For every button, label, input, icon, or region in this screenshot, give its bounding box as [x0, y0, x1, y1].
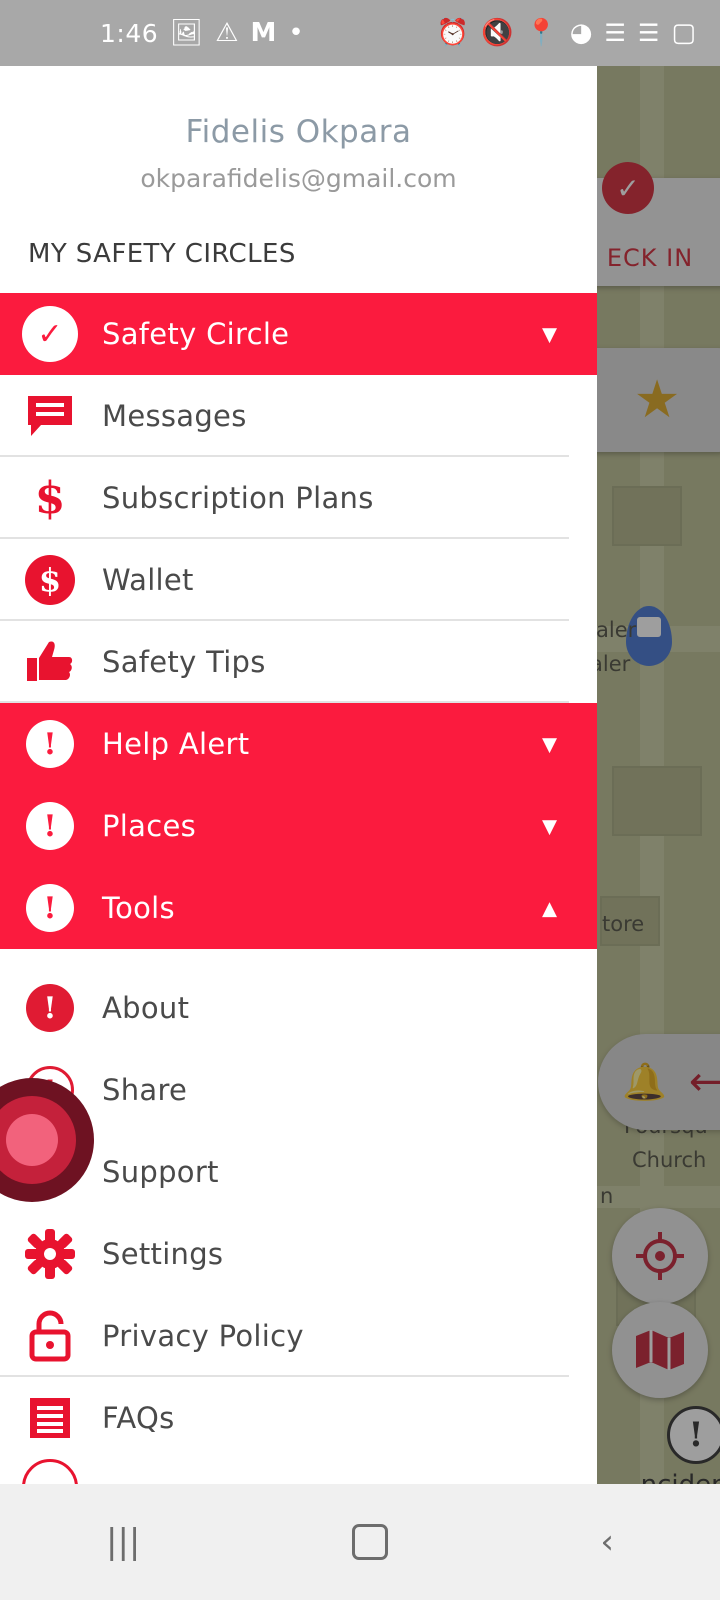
profile-name: Fidelis Okpara: [185, 114, 412, 150]
drawer-item-label: Privacy Policy: [102, 1319, 304, 1353]
drawer-item-label: Subscription Plans: [102, 481, 374, 515]
drawer-item-settings[interactable]: Settings: [0, 1213, 597, 1295]
wifi-icon: ◕: [569, 18, 593, 48]
lock-icon: [22, 1308, 78, 1364]
exclamation-circle-icon: !: [22, 798, 78, 854]
thumbs-up-icon: [22, 634, 78, 690]
drawer-item-label: Wallet: [102, 563, 194, 597]
section-title: MY SAFETY CIRCLES: [28, 239, 296, 269]
drawer-item-partial[interactable]: [0, 1459, 597, 1484]
chevron-down-icon[interactable]: ▾: [542, 727, 557, 762]
drawer-item-safety-tips[interactable]: Safety Tips: [0, 621, 597, 703]
drawer-item-label: Safety Tips: [102, 645, 266, 679]
dot-icon: •: [288, 18, 304, 48]
check-circle-icon: ✓: [22, 306, 78, 362]
chevron-down-icon[interactable]: ▾: [542, 317, 557, 352]
status-clock: 1:46: [100, 18, 159, 48]
drawer-item-label: Places: [102, 809, 197, 843]
status-bar: 1:46 🖼 ⚠ M • ⏰ 🔇 📍 ◕ ☰ ☰ ▢: [0, 0, 720, 66]
drawer-item-label: FAQs: [102, 1401, 175, 1435]
drawer-item-label: Tools: [102, 891, 175, 925]
alarm-clock-icon: ⏰: [436, 18, 469, 48]
drawer-header: Fidelis Okpara okparafidelis@gmail.com: [0, 66, 597, 225]
drawer-item-about[interactable]: ! About: [0, 967, 597, 1049]
drawer-item-label: Support: [102, 1155, 219, 1189]
dollar-sign-icon: $: [34, 472, 66, 524]
mute-vibrate-icon: 🔇: [480, 18, 514, 48]
list-document-icon: [22, 1390, 78, 1446]
drawer-item-label: Safety Circle: [102, 317, 290, 351]
profile-email: okparafidelis@gmail.com: [140, 164, 457, 193]
exclamation-circle-icon: !: [22, 880, 78, 936]
exclamation-circle-outline-icon: [22, 1459, 78, 1484]
drawer-item-label: Help Alert: [102, 727, 250, 761]
drawer-item-tools[interactable]: ! Tools ▴: [0, 867, 597, 949]
dollar-circle-icon: $: [22, 552, 78, 608]
drawer-item-subscription-plans[interactable]: $ Subscription Plans: [0, 457, 597, 539]
signal-bars-2-icon: ☰: [637, 19, 660, 47]
warning-triangle-icon: ⚠: [215, 18, 239, 48]
exclamation-circle-red-icon: !: [22, 980, 78, 1036]
drawer-item-messages[interactable]: Messages: [0, 375, 597, 457]
image-icon: 🖼: [170, 18, 204, 48]
drawer-item-label: Messages: [102, 399, 247, 433]
drawer-item-safety-circle[interactable]: ✓ Safety Circle ▾: [0, 293, 597, 375]
recents-icon[interactable]: |||: [106, 1522, 140, 1562]
battery-icon: ▢: [671, 18, 696, 48]
drawer-item-privacy-policy[interactable]: Privacy Policy: [0, 1295, 597, 1377]
drawer-item-label: Settings: [102, 1237, 224, 1271]
exclamation-circle-icon: !: [22, 716, 78, 772]
location-pin-icon: 📍: [525, 18, 558, 48]
drawer-item-label: Share: [102, 1073, 188, 1107]
chevron-down-icon[interactable]: ▾: [542, 809, 557, 844]
drawer-item-faqs[interactable]: FAQs: [0, 1377, 597, 1459]
gmail-icon: M: [250, 18, 277, 48]
drawer-item-places[interactable]: ! Places ▾: [0, 785, 597, 867]
gear-icon: [22, 1226, 78, 1282]
signal-bars-icon: ☰: [604, 19, 626, 47]
navigation-drawer: Fidelis Okpara okparafidelis@gmail.com M…: [0, 66, 597, 1484]
back-chevron-icon[interactable]: ‹: [600, 1522, 614, 1562]
system-navigation-bar: ||| ‹: [0, 1484, 720, 1600]
chat-bubble-icon: [22, 388, 78, 444]
chevron-up-icon[interactable]: ▴: [542, 891, 557, 926]
home-square-icon[interactable]: [352, 1524, 389, 1560]
phone-screen: aler aler tore n Foursqu Church ✓ ECK IN…: [0, 0, 720, 1600]
drawer-item-label: About: [102, 991, 190, 1025]
drawer-item-wallet[interactable]: $ Wallet: [0, 539, 597, 621]
drawer-item-help-alert[interactable]: ! Help Alert ▾: [0, 703, 597, 785]
